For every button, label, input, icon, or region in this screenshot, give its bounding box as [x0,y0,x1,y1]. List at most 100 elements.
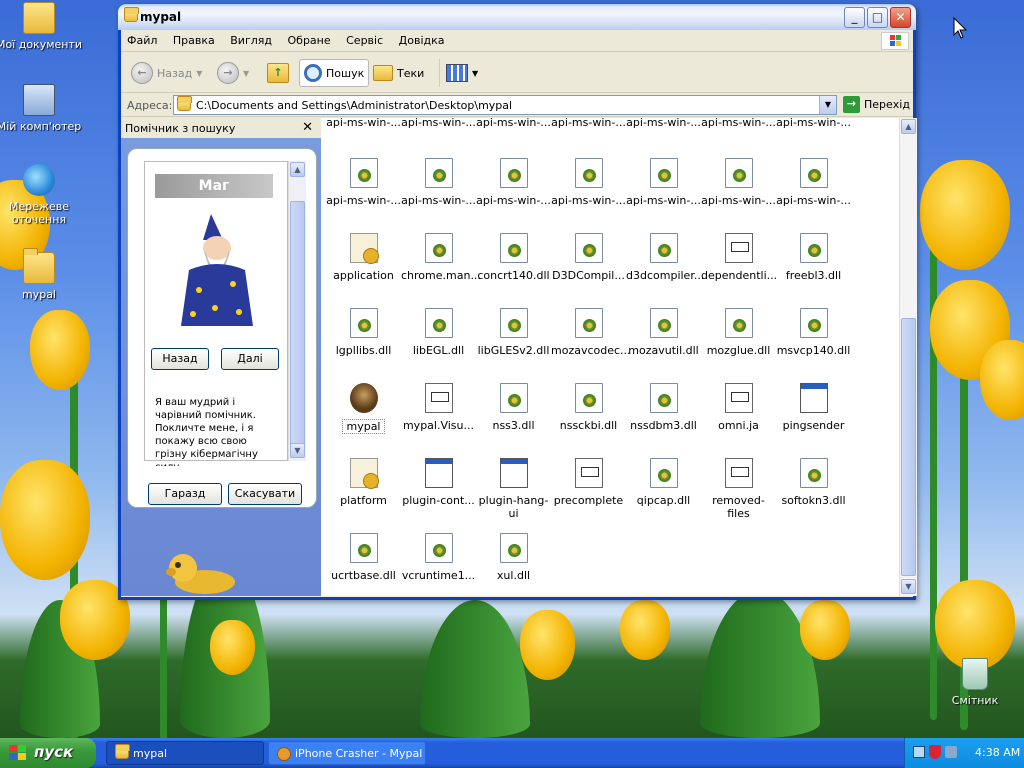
file-item[interactable]: libEGL.dll [401,308,476,357]
assistant-message: Я ваш мудрий і чарівний помічник. Поклич… [155,397,258,466]
file-item[interactable]: api-ms-win-... [326,118,401,129]
file-item[interactable]: lgpllibs.dll [326,308,401,357]
file-item[interactable]: api-ms-win-... [326,158,401,207]
file-item[interactable]: softokn3.dll [776,458,851,507]
file-item[interactable]: omni.ja [701,383,776,432]
file-item[interactable]: removed-files [701,458,776,520]
close-icon[interactable]: ✕ [302,120,313,135]
menu-file[interactable]: Файл [121,30,163,51]
back-button[interactable]: ← Назад ▼ [131,59,202,87]
file-item[interactable]: mozglue.dll [701,308,776,357]
file-item[interactable]: api-ms-win-... [626,158,701,207]
search-button[interactable]: Пошук [299,59,370,87]
file-item[interactable]: pingsender [776,383,851,432]
scroll-thumb[interactable] [290,201,305,451]
file-item[interactable]: libGLESv2.dll [476,308,551,357]
file-item[interactable]: mypal.Visu... [401,383,476,432]
desktop-icon-recycle-bin[interactable]: Смітник [930,658,1020,707]
address-input[interactable]: C:\Documents and Settings\Administrator\… [173,95,837,115]
file-item[interactable]: api-ms-win-... [626,118,701,129]
desktop-icon-my-documents[interactable]: Мої документи [0,2,84,51]
file-item[interactable]: plugin-cont... [401,458,476,507]
security-shield-icon[interactable] [929,745,941,759]
file-item[interactable]: api-ms-win-... [401,158,476,207]
explorer-window: mypal _ □ ✕ Файл Правка Вигляд Обране Се… [118,4,917,600]
file-item[interactable]: freebl3.dll [776,233,851,282]
file-item[interactable]: api-ms-win-... [401,118,476,129]
assistant-bubble: Маг Назад Далі Я ваш мудрий і чарівний п… [127,148,317,508]
start-button[interactable]: пуск [0,738,96,768]
file-item[interactable]: mozavutil.dll [626,308,701,357]
scroll-down-icon[interactable]: ▼ [901,579,916,594]
file-item[interactable]: api-ms-win-... [701,118,776,129]
up-folder-button[interactable]: ↑ [267,59,289,87]
task-label: iPhone Crasher - Mypal [295,747,423,760]
file-item[interactable]: precomplete [551,458,626,507]
file-item[interactable]: nssckbi.dll [551,383,626,432]
go-button[interactable]: → Перехід [843,96,910,113]
menu-tools[interactable]: Сервіс [340,30,389,51]
desktop-icon-mypal[interactable]: mypal [0,248,84,301]
file-item[interactable]: api-ms-win-... [476,118,551,129]
volume-icon[interactable] [945,746,957,758]
file-item[interactable]: nss3.dll [476,383,551,432]
folders-icon [373,65,393,81]
file-item[interactable]: platform [326,458,401,507]
file-item[interactable]: mypal [326,383,401,434]
file-item[interactable]: api-ms-win-... [701,158,776,207]
scroll-up-icon[interactable]: ▲ [290,162,305,177]
file-name: api-ms-win-... [401,194,476,207]
back-button[interactable]: Назад [151,348,209,370]
minimize-button[interactable]: _ [844,7,865,28]
menu-help[interactable]: Довідка [393,30,451,51]
next-button[interactable]: Далі [221,348,279,370]
folders-button[interactable]: Теки [373,59,424,87]
file-name: libGLESv2.dll [477,344,550,357]
file-list-scrollbar[interactable]: ▲ ▼ [899,118,917,596]
file-item[interactable]: dependentli... [701,233,777,282]
system-tray: 4:38 AM [904,738,1024,768]
forward-button[interactable]: → ▼ [217,59,249,87]
file-item[interactable]: mozavcodec... [551,308,631,357]
file-item[interactable]: ucrtbase.dll [326,533,401,582]
file-name: api-ms-win-... [326,194,401,207]
file-item[interactable]: application [326,233,401,282]
pane-scrollbar[interactable]: ▲ ▼ [288,161,306,461]
file-item[interactable]: nssdbm3.dll [626,383,701,432]
file-item[interactable]: plugin-hang-ui [476,458,551,520]
file-item[interactable]: qipcap.dll [626,458,701,507]
maximize-button[interactable]: □ [867,7,888,28]
back-label: Назад [157,66,193,80]
views-button[interactable]: ▼ [439,59,478,87]
dll-file-icon [649,458,678,488]
menu-favorites[interactable]: Обране [282,30,337,51]
scroll-thumb[interactable] [901,318,916,576]
scroll-down-icon[interactable]: ▼ [290,443,305,458]
menu-edit[interactable]: Правка [167,30,221,51]
network-tray-icon[interactable] [913,746,925,758]
ok-button[interactable]: Гаразд [148,483,222,505]
file-item[interactable]: api-ms-win-... [776,158,851,207]
desktop-icon-network[interactable]: Мережеве оточення [0,164,84,226]
title-bar[interactable]: mypal _ □ ✕ [118,4,916,30]
cancel-button[interactable]: Скасувати [228,483,302,505]
address-dropdown-icon[interactable]: ▼ [819,96,836,114]
file-item[interactable]: api-ms-win-... [551,118,626,129]
start-label: пуск [34,743,74,761]
file-item[interactable]: D3DCompil... [551,233,626,282]
scroll-up-icon[interactable]: ▲ [901,119,916,134]
file-item[interactable]: msvcp140.dll [776,308,851,357]
file-item[interactable]: api-ms-win-... [776,118,851,129]
desktop-icon-my-computer[interactable]: Мій комп'ютер [0,84,84,133]
file-item[interactable]: chrome.man... [401,233,481,282]
file-item[interactable]: concrt140.dll [476,233,551,282]
close-button[interactable]: ✕ [890,7,911,28]
task-mypal[interactable]: mypal [106,741,264,765]
menu-view[interactable]: Вигляд [224,30,278,51]
task-iphone-crasher[interactable]: iPhone Crasher - Mypal [268,741,426,765]
file-item[interactable]: api-ms-win-... [476,158,551,207]
file-item[interactable]: api-ms-win-... [551,158,626,207]
file-item[interactable]: xul.dll [476,533,551,582]
file-item[interactable]: vcruntime1... [401,533,476,582]
file-item[interactable]: d3dcompiler... [626,233,704,282]
